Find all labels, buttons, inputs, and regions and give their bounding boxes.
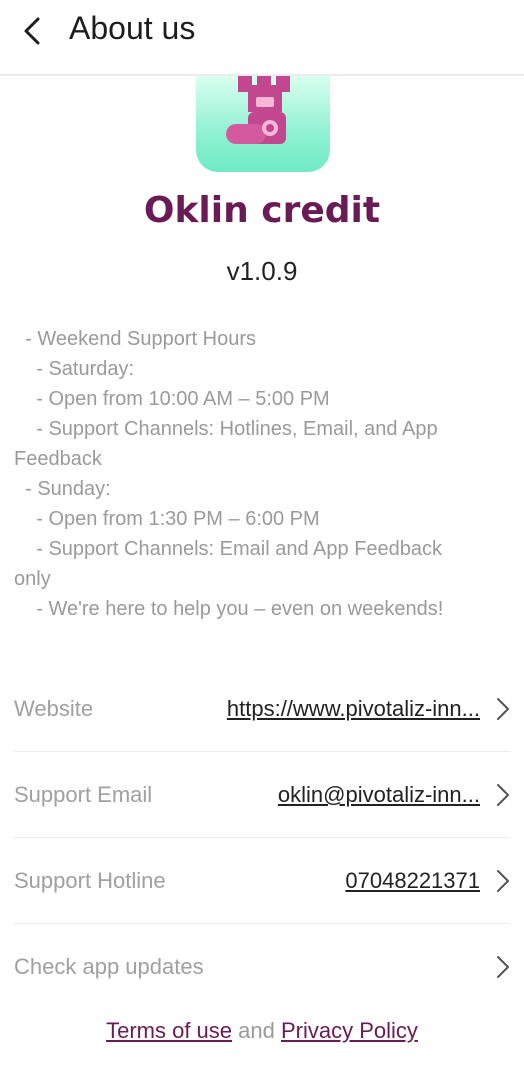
page-title: About us <box>69 10 196 46</box>
support-line: Feedback <box>14 448 102 470</box>
support-line: - Saturday: <box>14 358 135 380</box>
support-email-row[interactable]: Support Email oklin@pivotaliz-inn... <box>14 752 510 838</box>
support-hotline-label: Support Hotline <box>14 868 166 893</box>
app-name: Oklin credit <box>143 190 381 231</box>
castle-scroll-icon <box>226 76 290 144</box>
website-label: Website <box>14 696 94 721</box>
terms-of-use-link[interactable]: Terms of use <box>106 1018 232 1043</box>
app-logo <box>196 76 330 172</box>
support-line: - We're here to help you – even on weeke… <box>14 598 444 620</box>
check-updates-row[interactable]: Check app updates <box>14 924 510 1010</box>
support-hours-text: - Weekend Support Hours - Saturday: - Op… <box>14 324 514 624</box>
app-version: v1.0.9 <box>226 256 298 286</box>
chevron-right-icon <box>497 870 509 892</box>
footer-and-text: and <box>238 1018 275 1043</box>
website-link[interactable]: https://www.pivotaliz-inn... <box>227 666 480 752</box>
app-header: About us <box>0 0 524 76</box>
support-line: - Support Channels: Email and App Feedba… <box>14 538 443 560</box>
support-line: - Open from 10:00 AM – 5:00 PM <box>14 388 330 410</box>
support-line: - Open from 1:30 PM – 6:00 PM <box>14 508 320 530</box>
privacy-policy-link[interactable]: Privacy Policy <box>281 1018 418 1043</box>
support-hotline-row[interactable]: Support Hotline 07048221371 <box>14 838 510 924</box>
chevron-right-icon <box>497 956 509 978</box>
support-line: - Support Channels: Hotlines, Email, and… <box>14 418 438 440</box>
support-email-link[interactable]: oklin@pivotaliz-inn... <box>278 752 480 838</box>
support-line: only <box>14 568 51 590</box>
support-line: - Sunday: <box>14 478 111 500</box>
check-updates-label: Check app updates <box>14 954 204 979</box>
support-hotline-link[interactable]: 07048221371 <box>345 838 480 924</box>
back-arrow-icon[interactable] <box>18 16 48 46</box>
website-row[interactable]: Website https://www.pivotaliz-inn... <box>14 666 510 752</box>
support-email-label: Support Email <box>14 782 153 807</box>
chevron-right-icon <box>497 698 509 720</box>
legal-footer: Terms of use and Privacy Policy <box>0 1018 524 1044</box>
support-line: - Weekend Support Hours <box>14 328 256 350</box>
chevron-right-icon <box>497 784 509 806</box>
